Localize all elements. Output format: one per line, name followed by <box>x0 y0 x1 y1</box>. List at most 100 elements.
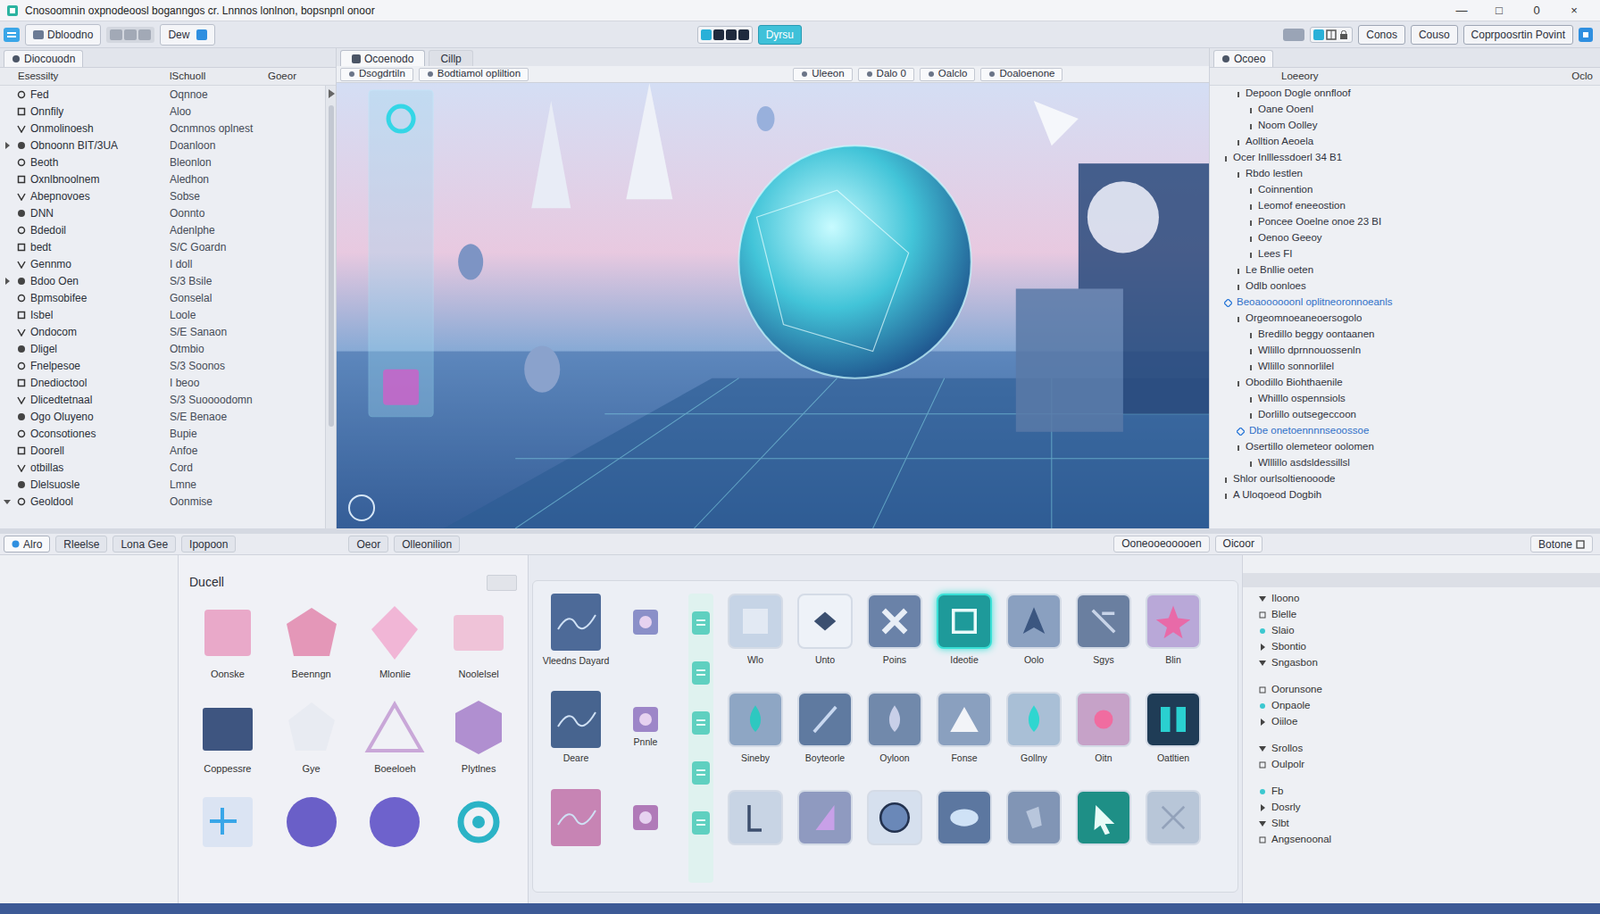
asset-item[interactable]: Beenngn <box>273 599 350 689</box>
asset-item[interactable] <box>273 788 350 878</box>
hierarchy-row[interactable]: DlicedtetnaalS/3 Suoooodomn <box>0 391 325 409</box>
asset-item[interactable]: Oonske <box>189 599 267 689</box>
asset-item[interactable]: Boeeloeh <box>357 693 434 784</box>
asset-item[interactable] <box>189 788 267 878</box>
inspector-item[interactable]: Whilllo ospennsiols <box>1209 391 1600 408</box>
tool-item[interactable]: Unto <box>793 593 857 687</box>
tool-item[interactable]: Ideotie <box>933 593 996 687</box>
hierarchy-row[interactable]: DlelsuosleLmne <box>0 475 325 493</box>
inspector-item[interactable]: Aolltion Aeoela <box>1209 133 1600 150</box>
tool-item[interactable]: Oitn <box>1072 691 1135 785</box>
property-row[interactable]: Sngasbon <box>1242 655 1600 672</box>
tool-item[interactable] <box>1002 790 1066 884</box>
hierarchy-row[interactable]: OnmolinoeshOcnmnos oplnest <box>0 119 325 137</box>
tool-item[interactable]: Sgys <box>1072 593 1135 687</box>
inspector-item[interactable]: Coinnention <box>1209 182 1600 199</box>
tool-item[interactable]: Oolo <box>1002 593 1066 687</box>
window-control-button[interactable]: — <box>1442 1 1481 20</box>
tool-preset[interactable]: Pnnle <box>613 691 678 779</box>
tool-item[interactable]: Poins <box>863 593 926 687</box>
inspector-item[interactable]: Bredillo beggy oontaanen <box>1209 326 1600 343</box>
tool-tile[interactable] <box>727 790 784 846</box>
inspector-item[interactable]: Wlllillo asdsldessillsl <box>1209 455 1600 472</box>
inspector-item[interactable]: Ocer Inlllessdoerl 34 B1 <box>1209 150 1600 167</box>
property-row[interactable]: Srollos <box>1242 741 1600 758</box>
assets-search[interactable] <box>486 575 517 592</box>
hierarchy-row[interactable]: Bdoo OenS/3 Bsile <box>0 272 325 290</box>
settings-button[interactable]: Botone <box>1530 535 1593 553</box>
tool-tile[interactable] <box>936 593 992 650</box>
column-header[interactable]: Esessilty <box>0 68 170 84</box>
tool-tile[interactable] <box>797 593 853 650</box>
asset-item[interactable]: Coppessre <box>189 693 267 784</box>
tool-tile[interactable] <box>1075 691 1132 748</box>
hierarchy-tab[interactable]: Diocouodn <box>3 50 84 67</box>
toolbar-button[interactable]: Conos <box>1358 25 1406 45</box>
property-row[interactable]: Oorunsone <box>1242 682 1600 699</box>
tool-tile[interactable] <box>1006 593 1062 650</box>
inspector-item[interactable]: Beoaoooooonl oplitneoronnoeanls <box>1209 294 1600 311</box>
lower-tab[interactable]: Ipopoon <box>181 535 236 553</box>
window-control-button[interactable]: × <box>1555 1 1593 20</box>
property-row[interactable]: Sbontio <box>1242 639 1600 656</box>
hierarchy-row[interactable]: DnedioctoolI beoo <box>0 374 325 392</box>
lower-tab[interactable]: Oeor <box>348 535 389 553</box>
column-header[interactable]: Goeor <box>267 68 336 84</box>
hierarchy-row[interactable]: Obnoonn BIT/3UADoanloon <box>0 136 325 154</box>
tool-item[interactable] <box>1072 790 1135 884</box>
window-control-button[interactable]: □ <box>1480 1 1518 20</box>
viewport-tab[interactable]: Ocoenodo <box>340 50 425 67</box>
tool-item[interactable]: Gollny <box>1002 691 1066 785</box>
window-control-button[interactable]: 0 <box>1517 1 1556 20</box>
inspector-item[interactable]: Shlor ourlsoltienooode <box>1209 471 1600 488</box>
scene-view[interactable] <box>336 83 1209 529</box>
viewport-toolbar-button[interactable]: Dalo 0 <box>858 67 915 82</box>
hierarchy-row[interactable]: BeothBleonlon <box>0 153 325 171</box>
expand-arrow[interactable] <box>3 141 13 150</box>
lower-tab[interactable]: Lona Gee <box>112 535 176 553</box>
tool-item[interactable]: Oatltien <box>1141 691 1205 785</box>
property-row[interactable]: Blelle <box>1242 607 1600 624</box>
asset-item[interactable]: Gye <box>273 693 350 784</box>
hierarchy-row[interactable]: OconsotionesBupie <box>0 425 325 442</box>
inspector-item[interactable]: Odlb oonloes <box>1209 278 1600 295</box>
hierarchy-row[interactable]: OnnfilyAloo <box>0 102 325 120</box>
lower-tab[interactable]: Oicoor <box>1215 535 1263 553</box>
inspector-item[interactable]: Osertillo olemeteor oolomen <box>1209 439 1600 456</box>
viewport-tab[interactable]: Cillp <box>428 50 473 67</box>
play-controls[interactable] <box>697 25 753 44</box>
tool-preset[interactable] <box>543 789 609 877</box>
inspector-tab[interactable]: Ocoeo <box>1213 50 1274 67</box>
expand-arrow[interactable] <box>3 498 13 506</box>
asset-item[interactable] <box>440 788 517 878</box>
inspector-item[interactable]: Lees FI <box>1209 246 1600 263</box>
column-header[interactable]: lSchuoll <box>169 68 268 84</box>
tool-item[interactable]: Sineby <box>724 691 787 785</box>
toolbar-button[interactable]: Dbloodno <box>25 24 101 46</box>
tool-item[interactable]: Blin <box>1141 593 1205 687</box>
property-row[interactable]: Iloono <box>1242 591 1600 608</box>
tool-item[interactable]: Wlo <box>724 593 787 687</box>
viewport-toolbar-button[interactable]: Oalclo <box>919 67 976 82</box>
tool-tile[interactable] <box>727 593 784 650</box>
hierarchy-row[interactable]: FedOqnnoe <box>0 85 325 103</box>
inspector-item[interactable]: Obodillo Biohthaenile <box>1209 375 1600 392</box>
viewport-toolbar-button[interactable]: Bodtiamol opliltion <box>418 67 529 82</box>
layout-controls[interactable] <box>1309 26 1353 43</box>
inspector-item[interactable]: Poncee Ooelne onoe 23 BI <box>1209 214 1600 231</box>
hierarchy-row[interactable]: FnelpesoeS/3 Soonos <box>0 357 325 375</box>
inspector-item[interactable]: Rbdo lestlen <box>1209 166 1600 183</box>
tool-tile[interactable] <box>797 691 853 748</box>
expand-arrow[interactable] <box>3 277 13 285</box>
tool-item[interactable]: Fonse <box>933 691 996 785</box>
inspector-item[interactable]: Leomof eneeostion <box>1209 198 1600 215</box>
tool-preset[interactable] <box>613 593 678 682</box>
hierarchy-row[interactable]: OndocomS/E Sanaon <box>0 323 325 341</box>
hierarchy-row[interactable]: otbillasCord <box>0 458 325 476</box>
property-row[interactable]: Slaio <box>1242 623 1600 640</box>
tool-tile[interactable] <box>866 691 923 748</box>
viewport-toolbar-button[interactable]: Dsogdrtiln <box>340 67 414 82</box>
inspector-item[interactable]: Le Bnllie oeten <box>1209 262 1600 279</box>
inspector-item[interactable]: Noom Oolley <box>1209 117 1600 134</box>
tool-preset[interactable]: Deare <box>543 691 609 779</box>
